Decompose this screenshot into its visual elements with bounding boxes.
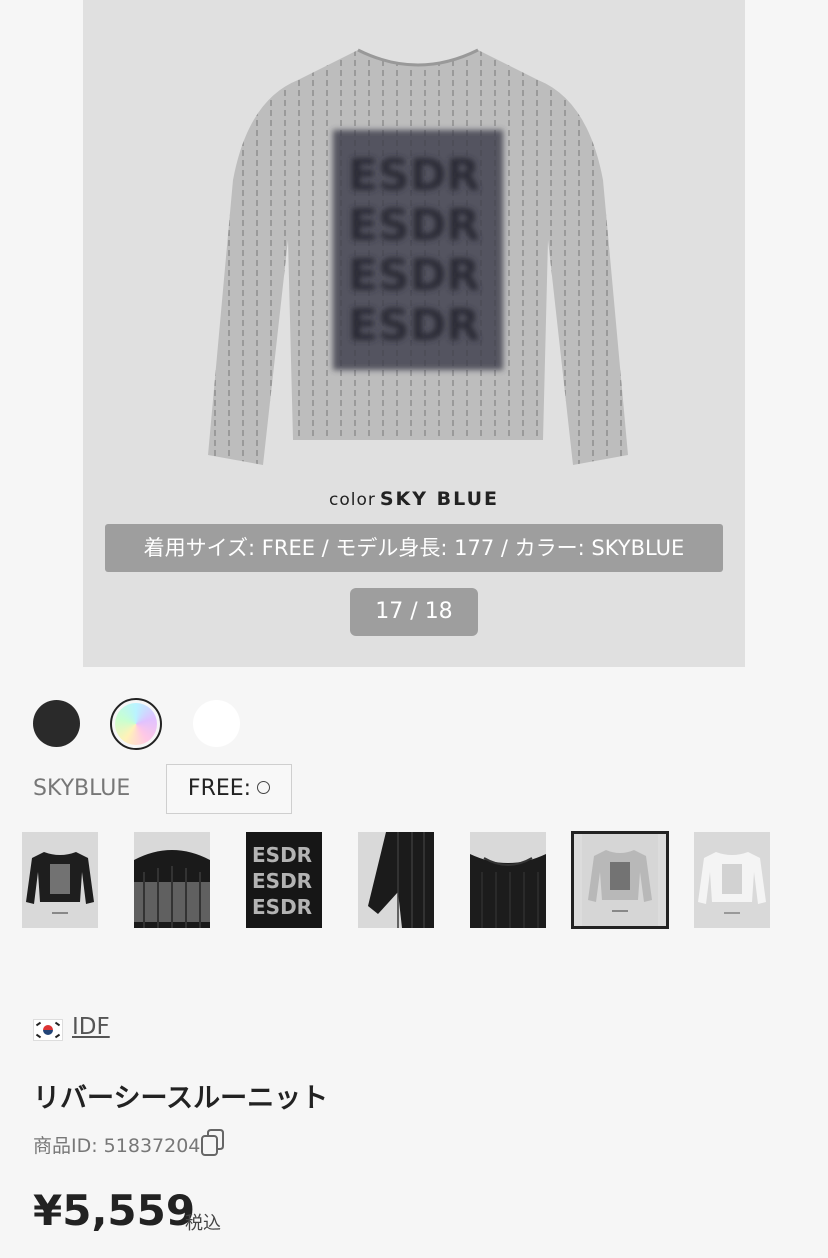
swatch-black[interactable] [33, 700, 80, 747]
in-stock-circle-icon [257, 781, 271, 794]
product-image[interactable]: ESDR ESDR ESDR ESDR color SKY BLUE 着用サイズ:… [83, 0, 745, 667]
product-title: リバーシースルーニット [33, 1083, 329, 1114]
thumb-print-detail-image: ESDRESDRESDR [246, 832, 322, 928]
product-price: ¥5,559 [33, 1186, 196, 1235]
swatch-multicolor-fill [115, 703, 157, 745]
tax-included-label: 税込 [185, 1213, 221, 1234]
thumb-black-closeup[interactable] [134, 832, 210, 928]
thumb-black-closeup-image [134, 850, 210, 928]
thumb-skyblue-front-image [582, 834, 658, 926]
thumb-black-front[interactable] [22, 832, 98, 928]
color-caption: color SKY BLUE [83, 488, 745, 510]
svg-text:ESDR: ESDR [252, 895, 312, 919]
model-spec-label: 着用サイズ: FREE / モデル身長: 177 / カラー: SKYBLUE [105, 524, 723, 572]
image-counter: 17 / 18 [350, 588, 478, 636]
thumb-black-neck[interactable] [470, 832, 546, 928]
swatch-multicolor-selected[interactable] [110, 698, 162, 750]
size-option-label: FREE: [187, 776, 252, 801]
color-caption-name: SKY BLUE [379, 488, 499, 510]
thumb-skyblue-front-selected[interactable] [571, 831, 669, 929]
sweater-image: ESDR ESDR ESDR ESDR [208, 48, 628, 465]
thumb-white-front[interactable] [694, 832, 770, 928]
svg-text:ESDR: ESDR [348, 150, 480, 201]
thumb-black-front-image [26, 852, 94, 914]
svg-text:ESDR: ESDR [348, 200, 480, 251]
svg-text:ESDR: ESDR [348, 250, 480, 301]
korea-flag-icon [33, 1019, 63, 1041]
copy-icon[interactable] [200, 1128, 226, 1158]
thumb-print-detail[interactable]: ESDR ESDR ESDR [246, 832, 322, 928]
thumb-sleeve-detail-image [368, 832, 434, 928]
color-caption-prefix: color [329, 490, 376, 510]
thumb-sleeve-detail[interactable] [358, 832, 434, 928]
svg-text:ESDR: ESDR [348, 300, 480, 351]
brand-link[interactable]: IDF [72, 1014, 110, 1040]
size-option-free[interactable]: FREE: [166, 764, 292, 814]
selected-color-label: SKYBLUE [33, 776, 131, 801]
svg-text:ESDR: ESDR [252, 843, 312, 867]
svg-text:ESDR: ESDR [252, 869, 312, 893]
product-id: 商品ID: 51837204 [33, 1135, 201, 1157]
thumb-white-front-image [698, 852, 766, 914]
thumb-black-neck-image [470, 854, 546, 928]
swatch-white[interactable] [193, 700, 240, 747]
